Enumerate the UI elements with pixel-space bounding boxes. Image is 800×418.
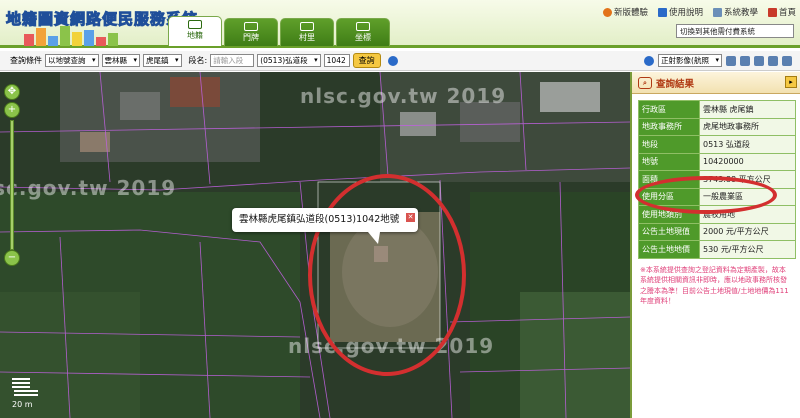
watermark-text: nlsc.gov.tw 2019	[656, 342, 784, 390]
panel-header: ⌕ 查詢結果	[632, 72, 800, 94]
tab-land[interactable]: 地籍	[168, 16, 222, 46]
home-icon	[767, 7, 777, 17]
watermark-text: nlsc.gov.tw 2019	[300, 84, 507, 108]
layer-icon[interactable]	[754, 55, 764, 66]
ruler-icon[interactable]	[768, 55, 778, 66]
table-row: 公告土地現值 2000 元/平方公尺	[638, 222, 796, 241]
tab-doorplate[interactable]: 門牌	[224, 18, 278, 46]
pan-icon[interactable]: ✥	[4, 84, 20, 100]
app-header: 地籍圖資網路便民服務系統 地籍 門牌 村里 坐標 新版體驗 使用說明 系統教學 …	[0, 0, 800, 48]
home-link[interactable]: 首頁	[767, 6, 796, 18]
measure-icon[interactable]	[726, 55, 736, 66]
layers-menu-icon[interactable]	[6, 376, 36, 390]
parcel-popup: 雲林縣虎尾鎮弘道段(0513)1042地號 ✕	[232, 208, 418, 244]
imagery-select[interactable]: 正射影像(航照	[658, 54, 722, 67]
table-row: 地號 10420000	[638, 152, 796, 171]
zoom-out-icon[interactable]: −	[4, 250, 20, 266]
map-tools: 正射影像(航照	[644, 54, 792, 67]
close-icon[interactable]: ✕	[406, 213, 415, 222]
table-row: 地段 0513 弘道段	[638, 135, 796, 154]
town-select[interactable]: 虎尾鎮	[143, 54, 182, 67]
help-link[interactable]: 使用說明	[657, 6, 703, 18]
result-panel: ⌕ 查詢結果 ▸ 行政區 雲林縣 虎尾鎮 地政事務所 虎尾地政事務所 地段 0513 …	[630, 72, 800, 418]
panel-title: 查詢結果	[656, 78, 695, 90]
tab-coordinate[interactable]: 坐標	[336, 18, 390, 46]
top-links: 新版體驗 使用說明 系統教學 首頁	[602, 6, 796, 18]
section-select[interactable]: (0513)弘道段	[257, 54, 321, 67]
watermark-text: nlsc.gov.tw 2019	[0, 176, 177, 200]
map-view[interactable]: nlsc.gov.tw 2019 nlsc.gov.tw 2019 nlsc.g…	[0, 72, 630, 418]
village-icon	[300, 22, 314, 31]
tab-label: 村里	[299, 33, 315, 42]
help-book-icon	[657, 7, 667, 17]
table-row: 行政區 雲林縣 虎尾鎮	[638, 100, 796, 119]
section-keyword-input[interactable]: 請輸入段	[210, 54, 255, 67]
tutorial-icon	[712, 7, 722, 17]
zoom-slider[interactable]	[10, 120, 14, 250]
new-version-icon	[602, 7, 612, 17]
tutorial-link[interactable]: 系統教學	[712, 6, 758, 18]
data-notice: ※本系統提供查詢之登記資料為定期產製，故本系統提供相關資訊非即時，應以地政事務所…	[640, 265, 789, 306]
map-navigation: ✥ + −	[4, 84, 22, 268]
scale-label: 20 m	[12, 400, 33, 409]
highlight-circle	[308, 174, 466, 376]
tab-label: 地籍	[187, 31, 203, 40]
new-version-link[interactable]: 新版體驗	[602, 6, 648, 18]
search-info-icon[interactable]	[387, 55, 398, 66]
table-row: 地政事務所 虎尾地政事務所	[638, 117, 796, 136]
tab-village[interactable]: 村里	[280, 18, 334, 46]
county-select[interactable]: 雲林縣	[101, 54, 140, 67]
popup-text: 雲林縣虎尾鎮弘道段(0513)1042地號	[239, 214, 400, 225]
doorplate-icon	[244, 22, 258, 31]
paid-system-select[interactable]: 切換到其他需付費系統	[676, 24, 794, 38]
tab-label: 門牌	[243, 33, 259, 42]
query-bar: 查詢條件 以地號查詢 雲林縣 虎尾鎮 段名: 請輸入段 (0513)弘道段 10…	[0, 51, 800, 71]
zoom-in-icon[interactable]: +	[4, 102, 20, 118]
query-condition-label: 查詢條件	[10, 56, 42, 65]
query-mode-select[interactable]: 以地號查詢	[45, 54, 99, 67]
query-result-icon: ⌕	[638, 76, 652, 89]
map-icon	[188, 20, 202, 29]
print-icon[interactable]	[740, 55, 750, 66]
section-label: 段名:	[188, 56, 208, 65]
window-icon[interactable]	[782, 55, 792, 66]
info-icon[interactable]	[644, 55, 655, 66]
parcel-number-input[interactable]: 1042	[323, 54, 350, 67]
table-row: 公告土地地價 530 元/平方公尺	[638, 240, 796, 259]
collapse-icon[interactable]: ▸	[785, 76, 797, 88]
logo-skyline-graphic	[24, 24, 164, 46]
tab-label: 坐標	[355, 33, 371, 42]
scale-bar: 20 m	[12, 390, 38, 410]
highlight-oval	[635, 176, 777, 214]
search-button[interactable]: 查詢	[352, 53, 381, 68]
coordinate-icon	[356, 22, 370, 31]
main-tabs: 地籍 門牌 村里 坐標	[168, 16, 390, 46]
